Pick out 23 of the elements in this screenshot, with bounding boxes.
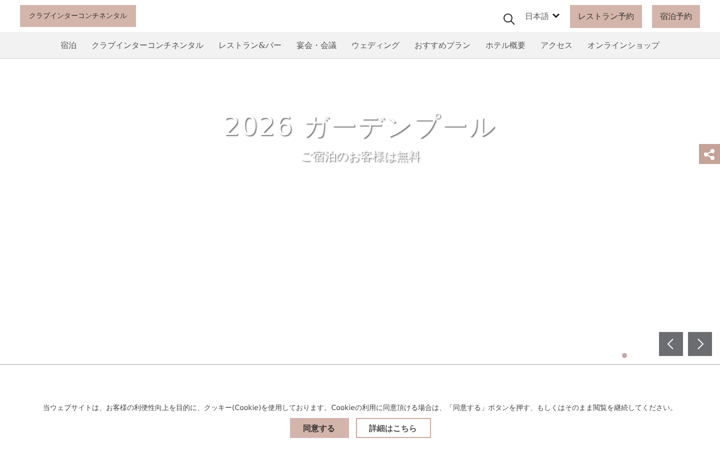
nav-link[interactable]: 宿泊 — [60, 40, 76, 50]
nav-link[interactable]: おすすめプラン — [414, 40, 471, 50]
reservation-button[interactable]: レストラン予約 — [570, 4, 642, 28]
previous-button[interactable] — [659, 332, 683, 356]
booking-button[interactable]: 宿泊予約 — [652, 4, 700, 28]
language-selector[interactable]: 日本語 — [525, 10, 560, 22]
nav-link[interactable]: クラブインターコンチネンタル — [91, 40, 204, 50]
nav-link[interactable]: 宴会・会議 — [296, 40, 337, 50]
next-button[interactable] — [688, 332, 712, 356]
hero-subtitle: ご宿泊のお客様は無料 — [300, 148, 420, 165]
nav-link[interactable]: レストラン&バー — [218, 40, 282, 50]
chevron-left-icon — [667, 338, 675, 350]
slide-dot[interactable] — [622, 353, 627, 358]
details-button[interactable]: 詳細はこちら — [356, 418, 430, 438]
chevron-down-icon — [552, 13, 560, 19]
nav-link[interactable]: ホテル概要 — [486, 40, 526, 50]
share-icon[interactable] — [699, 144, 720, 164]
nav-link[interactable]: オンラインショップ — [588, 40, 660, 50]
hero-title: 2026 ガーデンプール — [223, 111, 497, 144]
nav-link[interactable]: ウェディング — [352, 40, 400, 50]
chevron-right-icon — [696, 338, 704, 350]
accept-button[interactable]: 同意する — [290, 418, 348, 438]
nav-link[interactable]: アクセス — [540, 40, 573, 50]
